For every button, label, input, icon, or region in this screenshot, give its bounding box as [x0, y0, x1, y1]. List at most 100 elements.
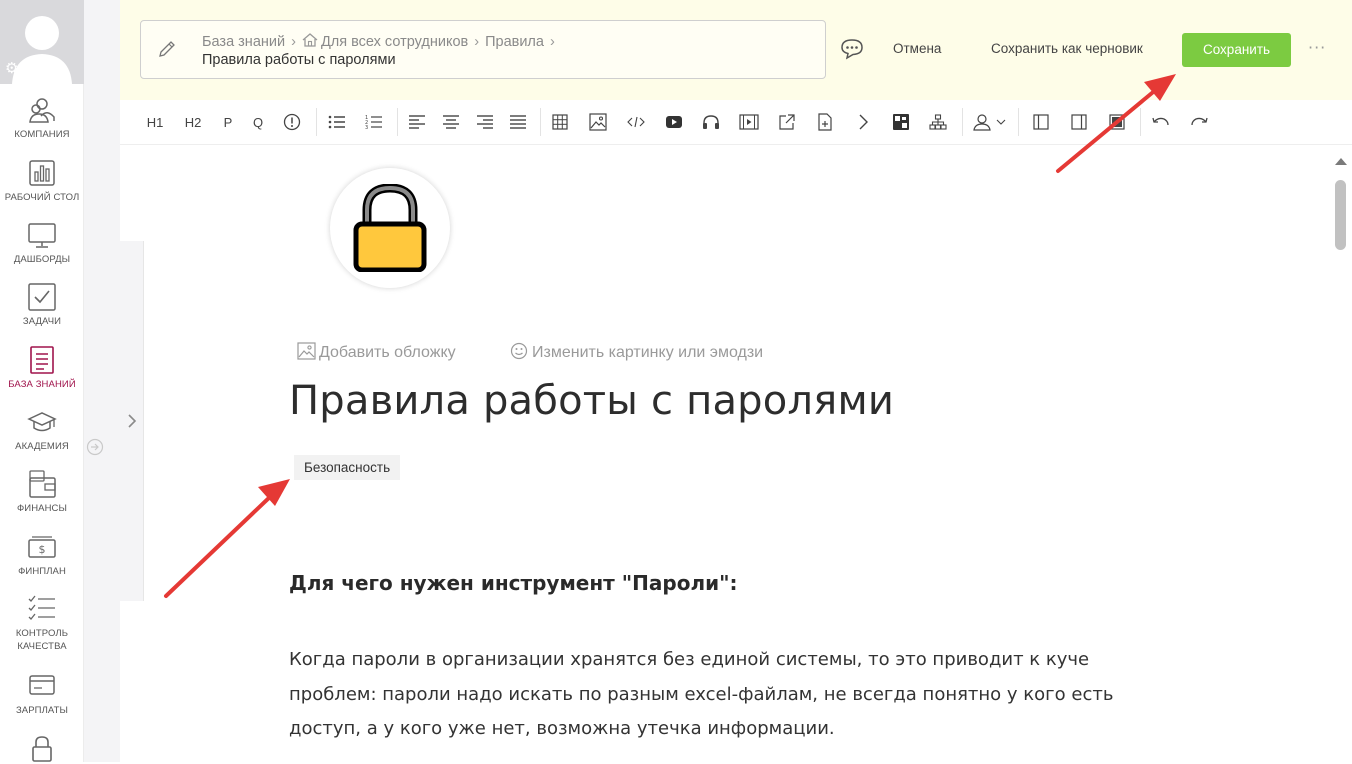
comments-icon[interactable] — [840, 38, 864, 60]
svg-text:3: 3 — [365, 125, 368, 130]
chevron-right-icon — [859, 114, 868, 130]
align-left-button[interactable] — [406, 111, 428, 133]
checklist-icon — [28, 595, 55, 620]
align-justify-button[interactable] — [507, 111, 529, 133]
numbered-list-button[interactable]: 123 — [363, 111, 385, 133]
numbered-list-icon: 123 — [365, 115, 382, 130]
editor-toolbar: H1 H2 P Q 123 — [120, 100, 1352, 145]
body-paragraph[interactable]: Когда пароли в организации хранятся без … — [289, 643, 1169, 747]
home-icon — [302, 33, 318, 47]
sitemap-icon — [929, 114, 947, 130]
align-right-button[interactable] — [474, 111, 496, 133]
puzzle-icon — [893, 114, 909, 130]
video-button[interactable] — [738, 111, 760, 133]
toolbar-divider — [962, 108, 963, 136]
youtube-icon — [666, 116, 682, 128]
toolbar-divider — [1018, 108, 1019, 136]
align-justify-icon — [510, 115, 526, 129]
nav-item-academy[interactable]: АКАДЕМИЯ — [0, 407, 84, 453]
cancel-button[interactable]: Отмена — [893, 41, 941, 56]
table-button[interactable] — [549, 111, 571, 133]
breadcrumb-item[interactable]: Правила — [485, 34, 544, 50]
scroll-up-arrow-icon[interactable] — [1335, 158, 1347, 165]
avatar[interactable]: ⚙ — [0, 0, 84, 84]
smile-icon — [510, 342, 528, 360]
align-left-icon — [409, 115, 425, 129]
align-center-icon — [443, 115, 459, 129]
structure-button[interactable] — [927, 111, 949, 133]
lock-emoji-icon — [353, 184, 427, 272]
heading2-button[interactable]: H2 — [182, 111, 204, 133]
image-button[interactable] — [587, 111, 609, 133]
save-draft-button[interactable]: Сохранить как черновик — [991, 41, 1143, 56]
mention-user-button[interactable] — [972, 111, 1008, 133]
chevron-right-icon[interactable] — [124, 411, 140, 431]
external-link-button[interactable] — [776, 111, 798, 133]
table-icon — [552, 114, 568, 130]
toggle-block-button[interactable] — [852, 111, 874, 133]
redo-button[interactable] — [1188, 111, 1210, 133]
undo-button[interactable] — [1150, 111, 1172, 133]
attach-file-button[interactable] — [814, 111, 836, 133]
file-plus-icon — [818, 113, 832, 131]
audio-button[interactable] — [700, 111, 722, 133]
save-button[interactable]: Сохранить — [1182, 33, 1291, 67]
user-dropdown-icon — [973, 114, 1006, 131]
code-button[interactable] — [624, 111, 648, 133]
align-right-icon — [477, 115, 493, 129]
more-icon[interactable]: ··· — [1308, 38, 1326, 57]
page-icon[interactable] — [330, 168, 450, 288]
scrollbar-thumb[interactable] — [1335, 180, 1346, 250]
headphones-icon — [703, 115, 719, 129]
breadcrumb-separator: › — [549, 34, 555, 50]
breadcrumb-box[interactable]: База знаний › Для всех сотрудников › Правила… — [140, 20, 826, 79]
code-icon — [627, 116, 645, 128]
breadcrumb-current: Правила работы с паролями — [202, 52, 396, 68]
youtube-button[interactable] — [663, 111, 685, 133]
layout-both-button[interactable] — [1106, 111, 1128, 133]
breadcrumb-item[interactable]: База знаний — [202, 34, 285, 50]
quote-button[interactable]: Q — [250, 111, 266, 133]
checkbox-icon — [28, 283, 56, 311]
add-cover-link[interactable]: Добавить обложку — [297, 342, 456, 362]
bullet-list-button[interactable] — [326, 111, 348, 133]
nav-item-quality-control[interactable]: КОНТРОЛЬ КАЧЕСТВА — [0, 594, 84, 653]
nav-item-desktop[interactable]: РАБОЧИЙ СТОЛ — [0, 158, 84, 204]
gear-icon[interactable]: ⚙ — [5, 61, 18, 76]
widget-button[interactable] — [890, 111, 912, 133]
layout-right-icon — [1071, 114, 1087, 130]
page-title[interactable]: Правила работы с паролями — [289, 378, 894, 424]
nav-item-passwords[interactable] — [0, 734, 84, 764]
breadcrumb: База знаний › Для всех сотрудников › Правила… — [202, 33, 561, 50]
undo-icon — [1152, 117, 1169, 126]
toolbar-divider — [316, 108, 317, 136]
paragraph-button[interactable]: P — [220, 111, 236, 133]
image-icon — [589, 113, 607, 131]
nav-item-dashboards[interactable]: ДАШБОРДЫ — [0, 220, 84, 266]
nav-item-knowledge-base[interactable]: БАЗА ЗНАНИЙ — [0, 345, 84, 391]
layout-right-button[interactable] — [1068, 111, 1090, 133]
layout-both-icon — [1109, 114, 1125, 130]
nav-item-finplan[interactable]: $ ФИНПЛАН — [0, 532, 84, 578]
image-icon — [297, 342, 316, 360]
card-icon — [29, 675, 55, 695]
breadcrumb-item[interactable]: Для всех сотрудников — [321, 34, 468, 50]
lock-icon — [32, 736, 52, 762]
redo-icon — [1191, 117, 1208, 126]
scrollbar[interactable] — [1330, 145, 1352, 762]
toolbar-divider — [1140, 108, 1141, 136]
breadcrumb-separator: › — [291, 34, 296, 50]
heading1-button[interactable]: H1 — [144, 111, 166, 133]
nav-item-tasks[interactable]: ЗАДАЧИ — [0, 282, 84, 328]
nav-item-salaries[interactable]: ЗАРПЛАТЫ — [0, 671, 84, 717]
nav-item-company[interactable]: КОМПАНИЯ — [0, 95, 84, 141]
section-heading[interactable]: Для чего нужен инструмент "Пароли": — [289, 571, 738, 595]
change-icon-link[interactable]: Изменить картинку или эмодзи — [510, 342, 763, 362]
nav-item-finance[interactable]: ФИНАНСЫ — [0, 469, 84, 515]
toolbar-divider — [397, 108, 398, 136]
align-center-button[interactable] — [440, 111, 462, 133]
alert-button[interactable] — [281, 111, 303, 133]
layout-left-button[interactable] — [1030, 111, 1052, 133]
arrow-right-circle-icon[interactable] — [86, 438, 104, 456]
tag-badge[interactable]: Безопасность — [294, 455, 401, 480]
